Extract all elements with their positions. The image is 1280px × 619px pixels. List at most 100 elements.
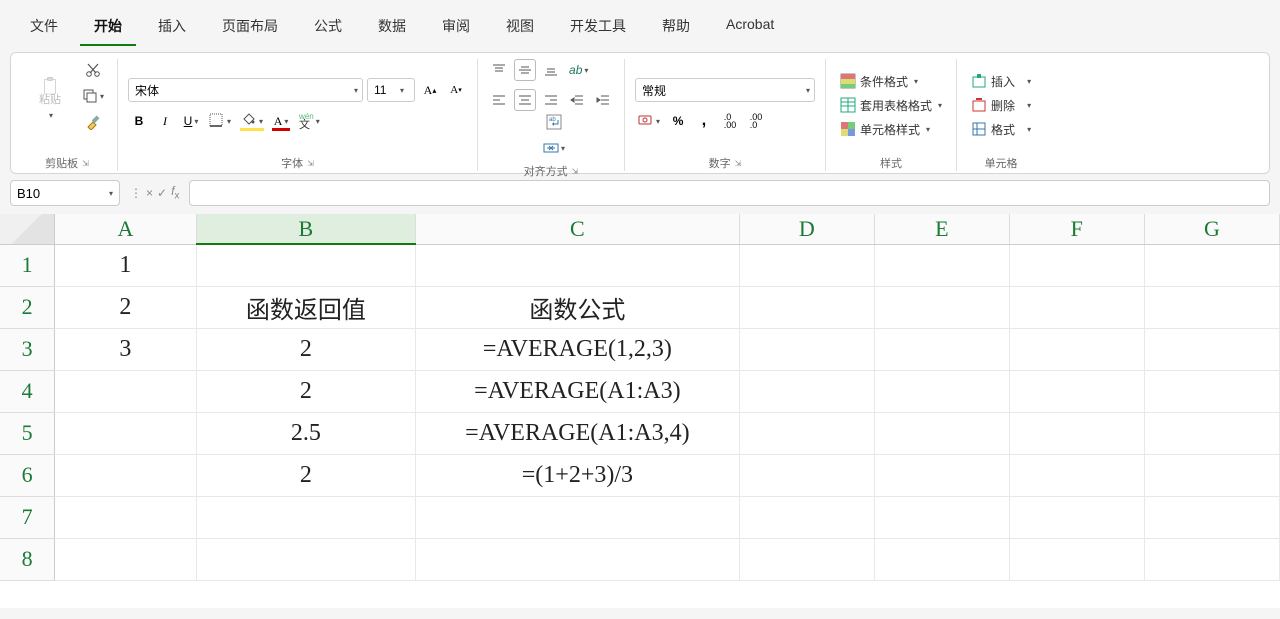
- tab-data[interactable]: 数据: [364, 8, 420, 46]
- cell-F5[interactable]: [1009, 412, 1144, 454]
- cell-E7[interactable]: [874, 496, 1009, 538]
- tab-developer[interactable]: 开发工具: [556, 8, 640, 46]
- percent-style-button[interactable]: %: [667, 110, 689, 132]
- col-header-F[interactable]: F: [1009, 214, 1144, 244]
- number-format-combo[interactable]: ▾: [635, 78, 815, 102]
- cell-F8[interactable]: [1009, 538, 1144, 580]
- fill-color-button[interactable]: ▾: [238, 110, 266, 132]
- comma-style-button[interactable]: ,: [693, 110, 715, 132]
- cell-D1[interactable]: [739, 244, 874, 286]
- name-box[interactable]: ▾: [10, 180, 120, 206]
- font-name-combo[interactable]: ▾: [128, 78, 363, 102]
- font-size-combo[interactable]: ▾: [367, 78, 415, 102]
- tab-formulas[interactable]: 公式: [300, 8, 356, 46]
- cell-A1[interactable]: 1: [55, 244, 196, 286]
- align-right-button[interactable]: [540, 89, 562, 111]
- cell-A5[interactable]: [55, 412, 196, 454]
- align-top-button[interactable]: [488, 59, 510, 81]
- cell-E5[interactable]: [874, 412, 1009, 454]
- cell-D2[interactable]: [739, 286, 874, 328]
- dialog-launcher-icon[interactable]: ⇲: [82, 159, 89, 168]
- cell-G3[interactable]: [1144, 328, 1279, 370]
- tab-review[interactable]: 审阅: [428, 8, 484, 46]
- cell-B2[interactable]: 函数返回值: [196, 286, 416, 328]
- cell-A7[interactable]: [55, 496, 196, 538]
- font-size-input[interactable]: [374, 83, 398, 97]
- cell-A3[interactable]: 3: [55, 328, 196, 370]
- col-header-G[interactable]: G: [1144, 214, 1279, 244]
- cell-C2[interactable]: 函数公式: [416, 286, 740, 328]
- enter-formula-icon[interactable]: ✓: [157, 186, 167, 200]
- cell-C5[interactable]: =AVERAGE(A1:A3,4): [416, 412, 740, 454]
- cell-B1[interactable]: [196, 244, 416, 286]
- cell-G2[interactable]: [1144, 286, 1279, 328]
- cell-E8[interactable]: [874, 538, 1009, 580]
- cell-C7[interactable]: [416, 496, 740, 538]
- cell-G7[interactable]: [1144, 496, 1279, 538]
- row-header-3[interactable]: 3: [0, 328, 55, 370]
- row-header-7[interactable]: 7: [0, 496, 55, 538]
- cell-A2[interactable]: 2: [55, 286, 196, 328]
- dialog-launcher-icon[interactable]: ⇲: [307, 159, 314, 168]
- col-header-C[interactable]: C: [416, 214, 740, 244]
- tab-acrobat[interactable]: Acrobat: [712, 8, 788, 46]
- cell-C4[interactable]: =AVERAGE(A1:A3): [416, 370, 740, 412]
- border-button[interactable]: ▾: [206, 110, 234, 132]
- format-painter-button[interactable]: [79, 111, 107, 133]
- decrease-indent-button[interactable]: [566, 89, 588, 111]
- formula-options-icon[interactable]: ⋮: [130, 186, 142, 200]
- row-header-1[interactable]: 1: [0, 244, 55, 286]
- dialog-launcher-icon[interactable]: ⇲: [735, 159, 742, 168]
- merge-center-button[interactable]: ▾: [540, 137, 568, 159]
- tab-insert[interactable]: 插入: [144, 8, 200, 46]
- row-header-6[interactable]: 6: [0, 454, 55, 496]
- bold-button[interactable]: B: [128, 110, 150, 132]
- dialog-launcher-icon[interactable]: ⇲: [572, 167, 579, 176]
- cell-E6[interactable]: [874, 454, 1009, 496]
- copy-button[interactable]: ▾: [79, 85, 107, 107]
- col-header-B[interactable]: B: [196, 214, 416, 244]
- tab-view[interactable]: 视图: [492, 8, 548, 46]
- col-header-A[interactable]: A: [55, 214, 196, 244]
- delete-cells-button[interactable]: 删除▾: [967, 94, 1035, 116]
- shrink-font-button[interactable]: A▾: [445, 79, 467, 101]
- tab-page-layout[interactable]: 页面布局: [208, 8, 292, 46]
- cell-D5[interactable]: [739, 412, 874, 454]
- cell-E4[interactable]: [874, 370, 1009, 412]
- cell-B8[interactable]: [196, 538, 416, 580]
- chevron-down-icon[interactable]: ▾: [109, 189, 113, 198]
- spreadsheet-grid[interactable]: A B C D E F G 1 1 2 2: [0, 214, 1280, 608]
- underline-button[interactable]: U▾: [180, 110, 202, 132]
- cell-F6[interactable]: [1009, 454, 1144, 496]
- tab-help[interactable]: 帮助: [648, 8, 704, 46]
- cell-E1[interactable]: [874, 244, 1009, 286]
- name-box-input[interactable]: [17, 186, 107, 201]
- cell-styles-button[interactable]: 单元格样式▾: [836, 118, 934, 140]
- grow-font-button[interactable]: A▴: [419, 79, 441, 101]
- insert-cells-button[interactable]: 插入▾: [967, 70, 1035, 92]
- format-as-table-button[interactable]: 套用表格格式▾: [836, 94, 946, 116]
- cell-B4[interactable]: 2: [196, 370, 416, 412]
- cell-A4[interactable]: [55, 370, 196, 412]
- cell-G6[interactable]: [1144, 454, 1279, 496]
- cell-F1[interactable]: [1009, 244, 1144, 286]
- cell-D7[interactable]: [739, 496, 874, 538]
- cell-G5[interactable]: [1144, 412, 1279, 454]
- cell-G8[interactable]: [1144, 538, 1279, 580]
- increase-decimal-button[interactable]: .0.00: [719, 110, 741, 132]
- paste-button[interactable]: 粘贴 ▾: [27, 59, 73, 131]
- cell-G1[interactable]: [1144, 244, 1279, 286]
- cell-F2[interactable]: [1009, 286, 1144, 328]
- cell-A8[interactable]: [55, 538, 196, 580]
- cell-D4[interactable]: [739, 370, 874, 412]
- tab-file[interactable]: 文件: [16, 8, 72, 46]
- font-name-input[interactable]: [135, 83, 352, 97]
- phonetic-button[interactable]: wén文 ▾: [296, 110, 323, 132]
- cell-F7[interactable]: [1009, 496, 1144, 538]
- cell-C8[interactable]: [416, 538, 740, 580]
- decrease-decimal-button[interactable]: .00.0: [745, 110, 767, 132]
- tab-home[interactable]: 开始: [80, 8, 136, 46]
- row-header-5[interactable]: 5: [0, 412, 55, 454]
- cell-C3[interactable]: =AVERAGE(1,2,3): [416, 328, 740, 370]
- row-header-4[interactable]: 4: [0, 370, 55, 412]
